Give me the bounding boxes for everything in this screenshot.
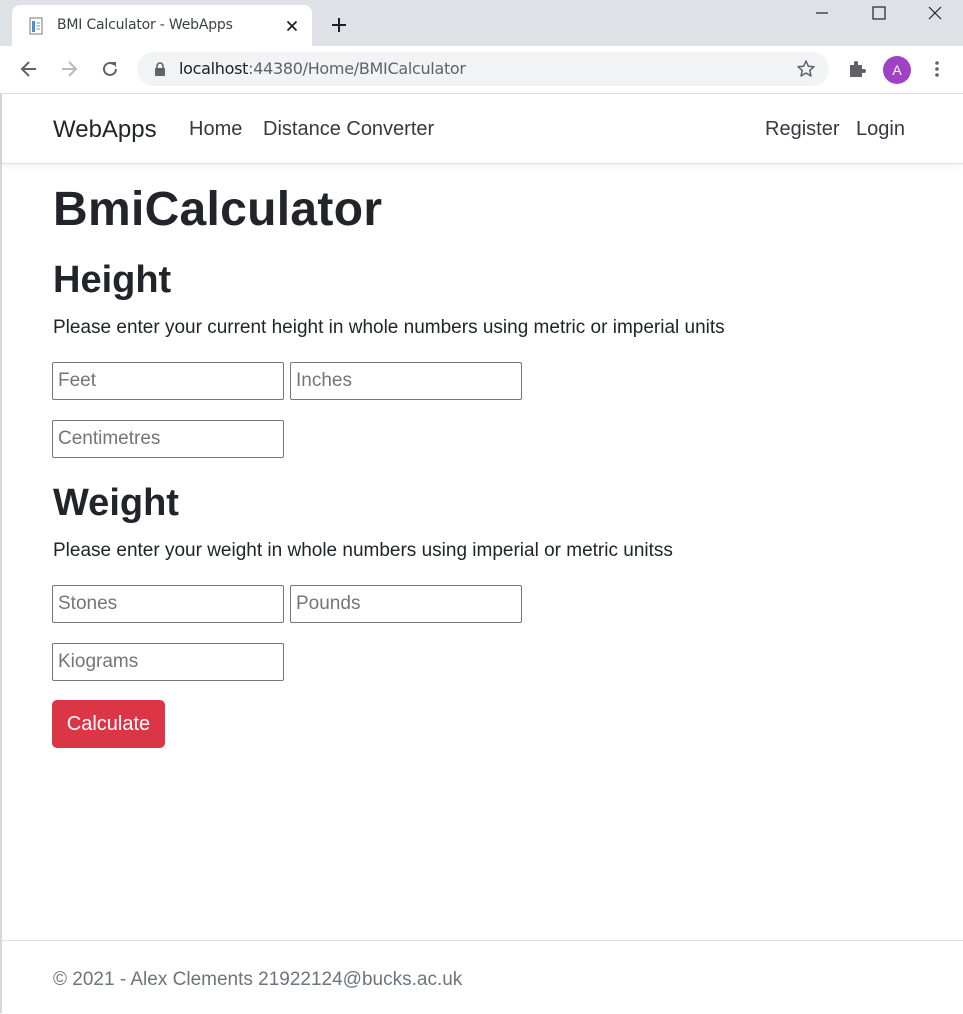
document-icon — [29, 17, 43, 35]
url-text[interactable]: localhost:44380/Home/BMICalculator — [179, 59, 466, 78]
profile-avatar[interactable]: A — [883, 56, 911, 84]
reload-icon[interactable] — [99, 58, 121, 80]
pounds-input[interactable] — [290, 585, 522, 623]
nav-link-register[interactable]: Register — [765, 118, 839, 141]
extensions-puzzle-icon[interactable] — [846, 58, 868, 80]
lock-icon[interactable] — [153, 62, 167, 77]
minimize-icon[interactable] — [813, 4, 831, 22]
tab-title: BMI Calculator - WebApps — [57, 17, 233, 33]
browser-toolbar: localhost:44380/Home/BMICalculator A — [0, 46, 963, 94]
window-close-icon[interactable] — [926, 4, 944, 22]
weight-description: Please enter your weight in whole number… — [53, 540, 673, 561]
plus-icon[interactable] — [329, 15, 349, 35]
back-arrow-icon[interactable] — [18, 58, 40, 80]
nav-link-home[interactable]: Home — [189, 118, 242, 141]
calculate-button[interactable]: Calculate — [52, 700, 165, 748]
site-footer: © 2021 - Alex Clements 21922124@bucks.ac… — [2, 940, 963, 1014]
feet-input[interactable] — [52, 362, 284, 400]
nav-link-login[interactable]: Login — [856, 118, 905, 141]
page-content: WebApps Home Distance Converter Register… — [0, 94, 963, 1013]
maximize-icon[interactable] — [870, 4, 888, 22]
site-navbar: WebApps Home Distance Converter Register… — [2, 94, 963, 164]
height-description: Please enter your current height in whol… — [53, 317, 725, 338]
more-vertical-icon[interactable] — [926, 58, 948, 80]
stones-input[interactable] — [52, 585, 284, 623]
close-icon[interactable] — [284, 18, 300, 34]
address-bar[interactable]: localhost:44380/Home/BMICalculator — [137, 52, 829, 86]
height-heading: Height — [53, 259, 172, 301]
inches-input[interactable] — [290, 362, 522, 400]
browser-titlebar: BMI Calculator - WebApps — [0, 0, 963, 46]
kilograms-input[interactable] — [52, 643, 284, 681]
forward-arrow-icon[interactable] — [58, 58, 80, 80]
nav-link-distance-converter[interactable]: Distance Converter — [263, 118, 434, 141]
browser-tab[interactable]: BMI Calculator - WebApps — [12, 5, 312, 46]
page-title: BmiCalculator — [53, 183, 383, 236]
bookmark-star-icon[interactable] — [796, 59, 816, 79]
navbar-brand[interactable]: WebApps — [53, 116, 157, 144]
footer-copyright: © 2021 - Alex Clements 21922124@bucks.ac… — [53, 969, 463, 990]
weight-heading: Weight — [53, 482, 179, 524]
centimetres-input[interactable] — [52, 420, 284, 458]
